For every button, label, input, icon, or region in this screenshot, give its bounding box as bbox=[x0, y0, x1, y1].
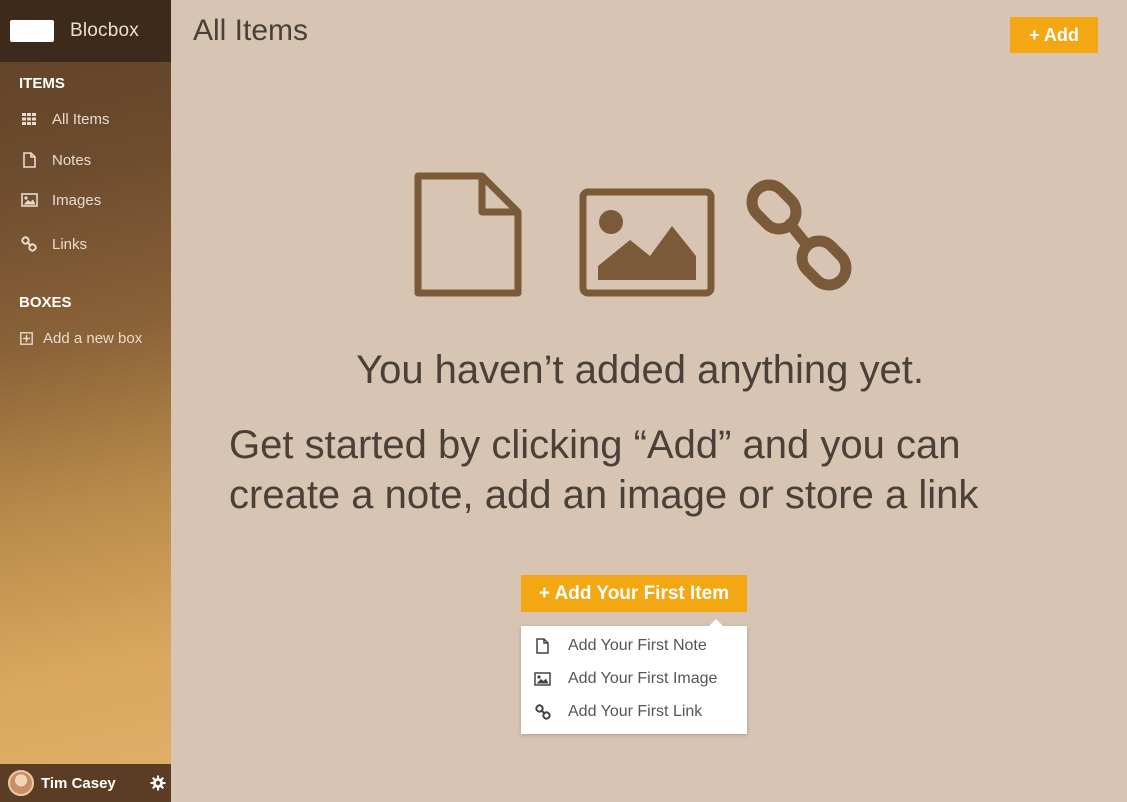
link-icon bbox=[746, 179, 852, 291]
menu-item-label: Add Your First Link bbox=[568, 703, 703, 720]
document-icon bbox=[414, 172, 522, 297]
image-icon bbox=[534, 671, 551, 688]
link-icon bbox=[534, 704, 551, 721]
empty-state-title: You haven’t added anything yet. bbox=[356, 348, 924, 392]
menu-item-add-image[interactable]: Add Your First Image bbox=[534, 670, 717, 688]
menu-item-add-link[interactable]: Add Your First Link bbox=[534, 703, 702, 721]
empty-state-description: Get started by clicking “Add” and you ca… bbox=[229, 423, 979, 517]
menu-item-add-note[interactable]: Add Your First Note bbox=[534, 637, 707, 655]
note-icon bbox=[534, 638, 551, 655]
add-first-item-button[interactable]: + Add Your First Item bbox=[521, 575, 747, 612]
add-first-item-menu: Add Your First Note Add Your First Image… bbox=[521, 619, 747, 734]
image-icon bbox=[579, 188, 715, 297]
menu-item-label: Add Your First Image bbox=[568, 670, 718, 687]
menu-item-label: Add Your First Note bbox=[568, 637, 707, 654]
